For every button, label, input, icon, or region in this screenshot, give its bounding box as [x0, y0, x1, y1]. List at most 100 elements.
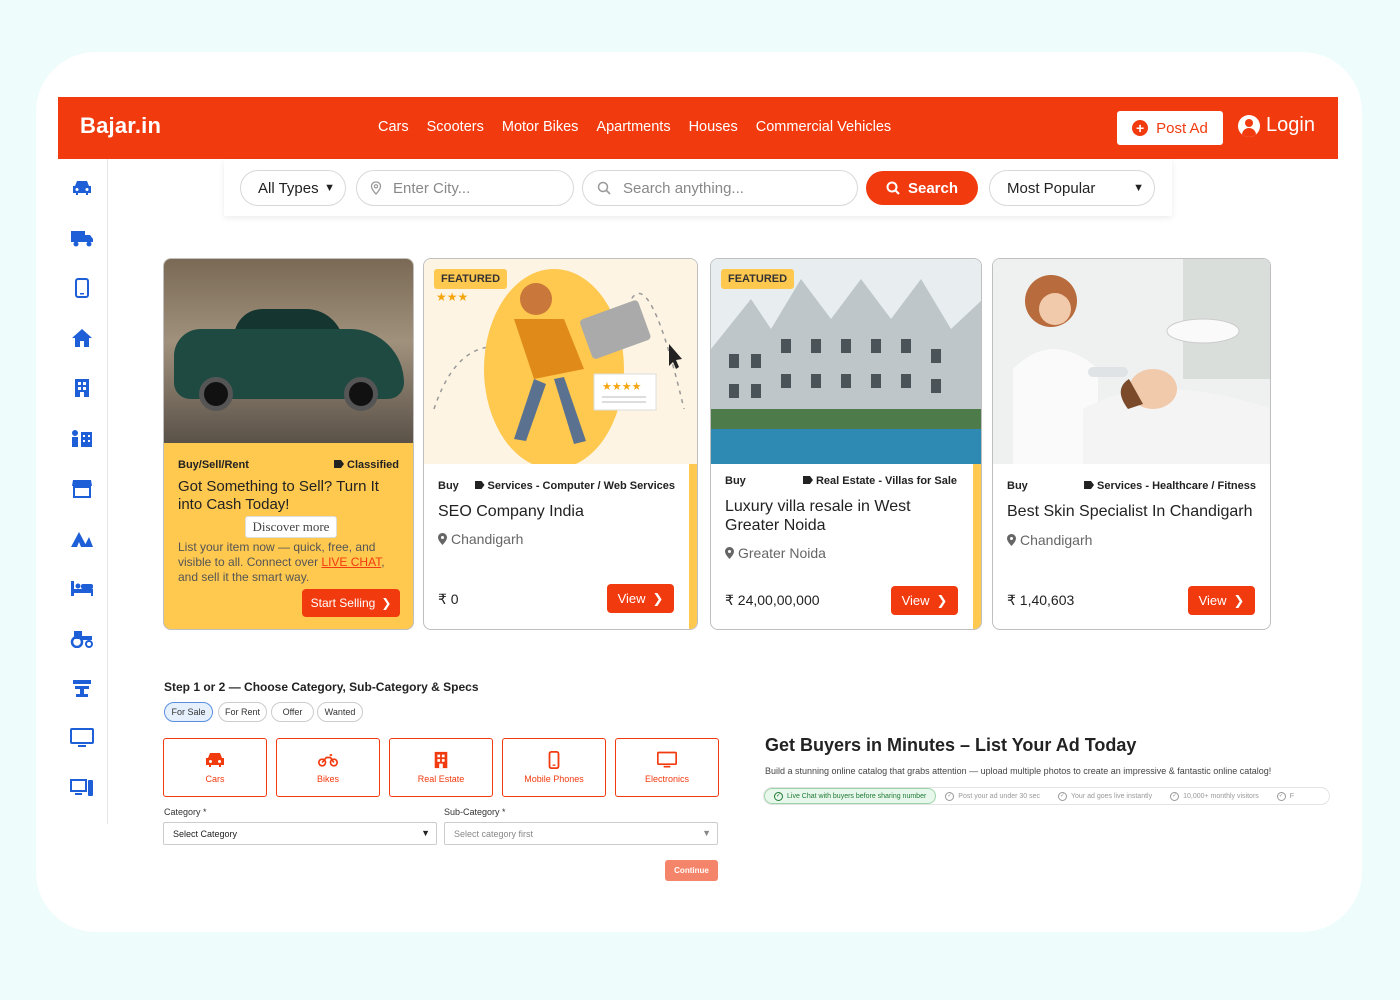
search-input-placeholder: Search anything... [623, 179, 744, 197]
post-ad-step-form: Step 1 or 2 — Choose Category, Sub-Categ… [152, 665, 719, 890]
site-logo[interactable]: Bajar.in [80, 113, 161, 139]
view-button[interactable]: View ❯ [1188, 586, 1255, 615]
search-button[interactable]: Search [866, 171, 978, 205]
feature-item: ✓ Live Chat with buyers before sharing nu… [764, 788, 937, 804]
login-button[interactable]: Login [1238, 114, 1315, 137]
pill-for-sale[interactable]: For Sale [164, 702, 213, 722]
industry-icon[interactable] [70, 676, 94, 700]
car-image [164, 259, 413, 443]
post-ad-button[interactable]: + Post Ad [1117, 111, 1223, 145]
listing-price: ₹ 0 [438, 591, 459, 607]
chevron-right-icon: ❯ [936, 592, 948, 608]
view-button-label: View [1198, 593, 1227, 608]
pill-wanted[interactable]: Wanted [317, 702, 363, 722]
view-button-label: View [901, 593, 930, 608]
category-cars[interactable]: Cars [163, 738, 267, 797]
chevron-down-icon: ▼ [421, 828, 430, 838]
camping-icon[interactable] [70, 526, 94, 550]
live-chat-link[interactable]: LIVE CHAT [321, 555, 381, 569]
listing-category: Real Estate - Villas for Sale [802, 475, 957, 487]
devices-icon[interactable] [70, 776, 94, 800]
type-select[interactable]: All Types ▼ [240, 170, 346, 206]
promo-card: Buy/Sell/Rent Classified Got Something t… [163, 258, 414, 630]
listing-card[interactable]: ★★★★ ★★★ FEATURED Buy Services - Compute… [423, 258, 698, 630]
listing-title[interactable]: SEO Company India [438, 502, 678, 521]
svg-text:★★★: ★★★ [436, 290, 468, 304]
nav-cars[interactable]: Cars [378, 119, 409, 135]
category-sidebar [58, 159, 108, 824]
promo-right-tag: Classified [334, 459, 399, 471]
start-selling-button[interactable]: Start Selling ❯ [302, 589, 400, 617]
view-button[interactable]: View ❯ [607, 584, 674, 613]
listing-card[interactable]: FEATURED Buy Real Estate - Villas for Sa… [710, 258, 982, 630]
monitor-icon[interactable] [70, 726, 94, 750]
nav-scooters[interactable]: Scooters [427, 119, 484, 135]
featured-badge: FEATURED [434, 269, 508, 289]
tag-icon [1084, 481, 1095, 489]
type-select-value: All Types [258, 179, 319, 197]
search-icon [886, 181, 900, 195]
view-button[interactable]: View ❯ [891, 586, 958, 615]
category-mobile-phones[interactable]: Mobile Phones [502, 738, 606, 797]
nav-apartments[interactable]: Apartments [596, 119, 670, 135]
category-bikes[interactable]: Bikes [276, 738, 380, 797]
category-electronics[interactable]: Electronics [615, 738, 719, 797]
continue-button[interactable]: Continue [665, 860, 718, 881]
start-selling-label: Start Selling [310, 596, 376, 610]
chevron-right-icon: ❯ [1233, 592, 1245, 608]
home-icon[interactable] [70, 326, 94, 350]
listing-type: Buy [725, 475, 746, 487]
bed-icon[interactable] [70, 576, 94, 600]
category-label: Category * [164, 807, 207, 817]
nav-motor-bikes[interactable]: Motor Bikes [502, 119, 579, 135]
people-building-icon[interactable] [70, 426, 94, 450]
pill-offer[interactable]: Offer [271, 702, 314, 722]
feature-item: ✓ Your ad goes live instantly [1058, 791, 1153, 801]
chevron-right-icon: ❯ [381, 596, 392, 610]
truck-icon[interactable] [70, 226, 94, 250]
promo-description: List your item now — quick, free, and vi… [178, 540, 385, 584]
featured-badge: FEATURED [721, 269, 795, 289]
city-input-placeholder: Enter City... [393, 179, 471, 197]
svg-text:★★★★: ★★★★ [602, 381, 642, 393]
pill-for-rent[interactable]: For Rent [218, 702, 267, 722]
sort-select-value: Most Popular [1007, 179, 1096, 197]
sort-select[interactable]: Most Popular ▼ [989, 170, 1155, 206]
city-input[interactable]: Enter City... [356, 170, 574, 206]
promo-left-tag: Buy/Sell/Rent [178, 459, 249, 471]
store-icon[interactable] [70, 476, 94, 500]
discover-more-button[interactable]: Discover more [245, 516, 337, 538]
search-input[interactable]: Search anything... [582, 170, 858, 206]
listing-card[interactable]: Buy Services - Healthcare / Fitness Best… [992, 258, 1271, 630]
category-select[interactable]: Select Category ▼ [163, 822, 437, 845]
listing-category: Services - Computer / Web Services [474, 480, 675, 492]
search-icon [597, 181, 611, 195]
category-real-estate[interactable]: Real Estate [389, 738, 493, 797]
listing-location: Chandigarh [438, 531, 523, 547]
listing-title[interactable]: Best Skin Specialist In Chandigarh [1007, 502, 1267, 521]
car-icon[interactable] [70, 176, 94, 200]
feature-item: ✓ F [1276, 791, 1295, 801]
feature-item: ✓ Post your ad under 30 sec [945, 791, 1041, 801]
listing-title[interactable]: Luxury villa resale in West Greater Noid… [725, 497, 945, 535]
listing-type: Buy [438, 480, 459, 492]
chevron-right-icon: ❯ [652, 590, 664, 606]
nav-commercial-vehicles[interactable]: Commercial Vehicles [756, 119, 891, 135]
tag-icon [802, 476, 813, 484]
mobile-icon[interactable] [70, 276, 94, 300]
nav-houses[interactable]: Houses [689, 119, 738, 135]
main-nav: Cars Scooters Motor Bikes Apartments Hou… [378, 119, 891, 135]
listing-category: Services - Healthcare / Fitness [1084, 480, 1256, 492]
listing-price: ₹ 1,40,603 [1007, 592, 1075, 608]
building-icon[interactable] [70, 376, 94, 400]
tractor-icon[interactable] [70, 626, 94, 650]
listing-location: Chandigarh [1007, 532, 1092, 548]
feature-item: ✓ 10,000+ monthly visitors [1170, 791, 1259, 801]
listing-location: Greater Noida [725, 545, 826, 561]
building-icon [434, 751, 448, 769]
listing-image: FEATURED [711, 259, 981, 464]
promo2-description: Build a stunning online catalog that gra… [765, 766, 1272, 776]
subcategory-select[interactable]: Select category first ▼ [444, 822, 718, 845]
check-icon: ✓ [1276, 791, 1286, 801]
car-icon [206, 753, 224, 767]
